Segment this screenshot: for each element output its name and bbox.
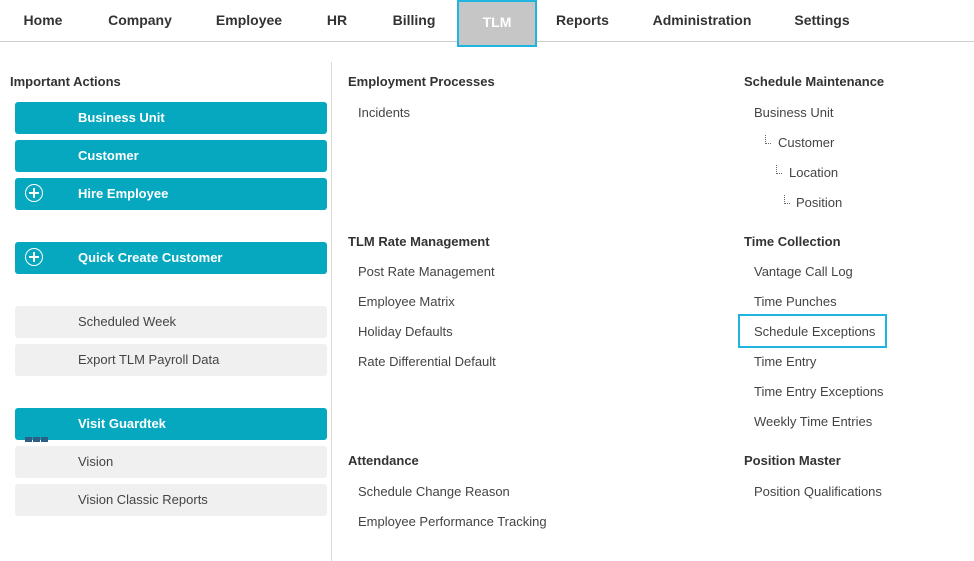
sm-location-link[interactable]: Location (789, 165, 838, 180)
schedule-change-reason-link[interactable]: Schedule Change Reason (358, 484, 510, 499)
nav-tlm[interactable]: TLM (457, 0, 537, 47)
vantage-call-log-link[interactable]: Vantage Call Log (754, 264, 853, 279)
sm-position-link[interactable]: Position (796, 195, 842, 210)
scheduled-week-button[interactable]: Scheduled Week (15, 306, 327, 338)
post-rate-management-link[interactable]: Post Rate Management (358, 264, 495, 279)
customer-label: Customer (78, 148, 139, 163)
tree-connector (784, 195, 790, 204)
employment-processes-title: Employment Processes (348, 74, 495, 89)
nav-hr[interactable]: HR (312, 0, 362, 42)
plus-circle-icon (25, 184, 43, 202)
nav-billing[interactable]: Billing (380, 0, 448, 42)
employee-performance-tracking-link[interactable]: Employee Performance Tracking (358, 514, 547, 529)
weekly-time-entries-link[interactable]: Weekly Time Entries (754, 414, 872, 429)
employee-matrix-link[interactable]: Employee Matrix (358, 294, 455, 309)
sm-business-unit-link[interactable]: Business Unit (754, 105, 833, 120)
nav-home[interactable]: Home (10, 0, 76, 42)
guardtek-logo-icon (25, 422, 51, 442)
holiday-defaults-link[interactable]: Holiday Defaults (358, 324, 453, 339)
sm-customer-link[interactable]: Customer (778, 135, 834, 150)
customer-button[interactable]: Customer (15, 140, 327, 172)
nav-settings[interactable]: Settings (785, 0, 859, 42)
top-nav: Home Company Employee HR Billing TLM Rep… (0, 0, 974, 47)
time-entry-link[interactable]: Time Entry (754, 354, 816, 369)
time-collection-title: Time Collection (744, 234, 841, 249)
nav-administration[interactable]: Administration (640, 0, 764, 42)
visit-guardtek-label: Visit Guardtek (78, 416, 166, 431)
scheduled-week-label: Scheduled Week (78, 314, 177, 329)
nav-company[interactable]: Company (96, 0, 184, 42)
business-unit-button[interactable]: Business Unit (15, 102, 327, 134)
tlm-rate-management-title: TLM Rate Management (348, 234, 490, 249)
column-divider (331, 62, 332, 561)
position-master-title: Position Master (744, 453, 841, 468)
export-tlm-payroll-label: Export TLM Payroll Data (78, 352, 220, 367)
tree-connector (765, 135, 771, 144)
incidents-link[interactable]: Incidents (358, 105, 410, 120)
schedule-maintenance-title: Schedule Maintenance (744, 74, 885, 89)
rate-differential-default-link[interactable]: Rate Differential Default (358, 354, 496, 369)
time-entry-exceptions-link[interactable]: Time Entry Exceptions (754, 384, 884, 399)
vision-button[interactable]: Vision (15, 446, 327, 478)
schedule-exceptions-link[interactable]: Schedule Exceptions (754, 324, 875, 339)
vision-classic-reports-label: Vision Classic Reports (78, 492, 208, 507)
attendance-title: Attendance (348, 453, 419, 468)
export-tlm-payroll-button[interactable]: Export TLM Payroll Data (15, 344, 327, 376)
time-punches-link[interactable]: Time Punches (754, 294, 837, 309)
position-qualifications-link[interactable]: Position Qualifications (754, 484, 882, 499)
visit-guardtek-button[interactable]: Visit Guardtek (15, 408, 327, 442)
quick-create-customer-label: Quick Create Customer (78, 250, 223, 265)
hire-employee-label: Hire Employee (78, 186, 169, 201)
important-actions-title: Important Actions (10, 74, 121, 89)
hire-employee-button[interactable]: Hire Employee (15, 178, 327, 210)
business-unit-label: Business Unit (78, 110, 165, 125)
nav-reports[interactable]: Reports (545, 0, 620, 42)
nav-employee[interactable]: Employee (205, 0, 293, 42)
vision-classic-reports-button[interactable]: Vision Classic Reports (15, 484, 327, 516)
plus-circle-icon (25, 248, 43, 266)
vision-label: Vision (78, 454, 114, 469)
quick-create-customer-button[interactable]: Quick Create Customer (15, 242, 327, 274)
tree-connector (776, 165, 782, 174)
